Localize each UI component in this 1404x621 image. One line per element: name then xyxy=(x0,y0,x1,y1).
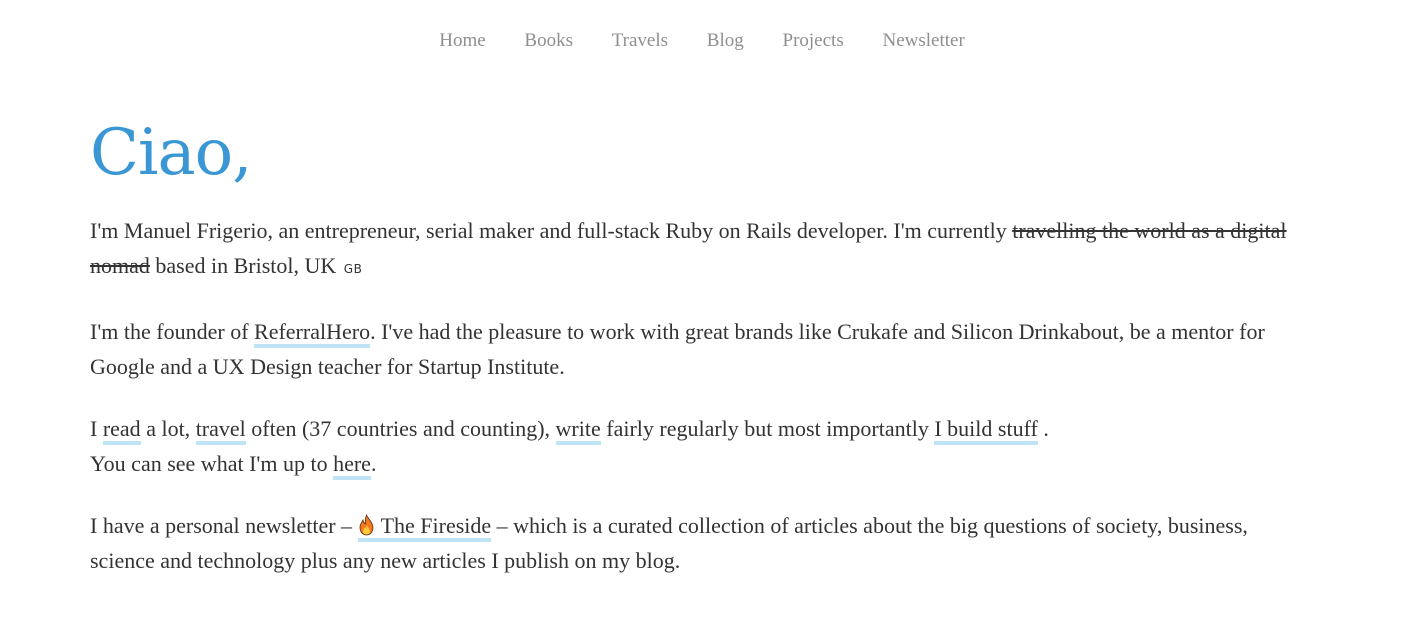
activities-text: . xyxy=(1037,416,1049,441)
page-title: Ciao, xyxy=(90,116,252,190)
fireside-link[interactable]: The Fireside xyxy=(357,513,492,542)
activities-text: You can see what I'm up to xyxy=(90,451,334,476)
nav-blog-link[interactable]: Blog xyxy=(707,30,744,51)
activities-text: fairly regularly but most importantly xyxy=(600,416,935,441)
activities-text: I xyxy=(90,416,103,441)
activities-paragraph: I read a lot, travel often (37 countries… xyxy=(90,411,1310,481)
gb-flag-icon: GB xyxy=(343,262,363,276)
write-link[interactable]: write xyxy=(555,416,601,445)
activities-text: often (37 countries and counting), xyxy=(245,416,556,441)
newsletter-text-before: I have a personal newsletter – xyxy=(90,513,358,538)
activities-text: a lot, xyxy=(140,416,196,441)
newsletter-paragraph: I have a personal newsletter – The Fires… xyxy=(90,508,1310,578)
read-link[interactable]: read xyxy=(102,416,141,445)
main-content: I'm Manuel Frigerio, an entrepreneur, se… xyxy=(90,213,1310,605)
nav-projects-link[interactable]: Projects xyxy=(783,30,844,51)
referralhero-link[interactable]: ReferralHero xyxy=(254,319,371,348)
fireside-link-label: The Fireside xyxy=(380,513,492,538)
here-link[interactable]: here xyxy=(333,451,371,480)
nav-books-link[interactable]: Books xyxy=(524,30,573,51)
founder-text-before: I'm the founder of xyxy=(90,319,255,344)
nav-newsletter-link[interactable]: Newsletter xyxy=(882,30,964,51)
top-nav: Home Books Travels Blog Projects Newslet… xyxy=(0,28,1404,54)
founder-paragraph: I'm the founder of ReferralHero. I've ha… xyxy=(90,314,1310,384)
fire-icon xyxy=(359,514,373,536)
build-stuff-link[interactable]: I build stuff xyxy=(934,416,1038,445)
intro-location-text: based in Bristol, UK xyxy=(149,253,342,278)
intro-text: I'm Manuel Frigerio, an entrepreneur, se… xyxy=(90,218,1013,243)
travel-link[interactable]: travel xyxy=(195,416,246,445)
activities-text: . xyxy=(370,451,377,476)
intro-paragraph: I'm Manuel Frigerio, an entrepreneur, se… xyxy=(90,213,1310,287)
nav-home-link[interactable]: Home xyxy=(439,30,485,51)
nav-travels-link[interactable]: Travels xyxy=(612,30,668,51)
